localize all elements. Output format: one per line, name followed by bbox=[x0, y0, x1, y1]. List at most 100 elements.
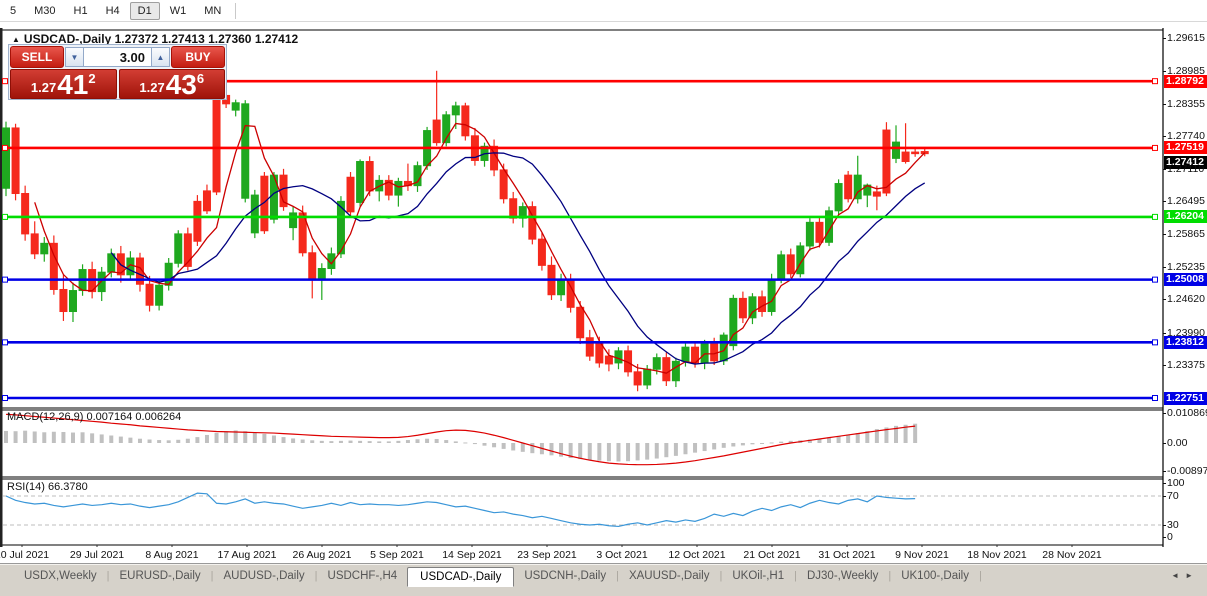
macd-histogram-bar bbox=[320, 441, 324, 443]
candle-body bbox=[318, 269, 325, 281]
macd-histogram-bar bbox=[109, 435, 113, 443]
macd-histogram-bar bbox=[693, 443, 697, 453]
macd-histogram-bar bbox=[722, 443, 726, 448]
rsi-indicator-label: RSI(14) 66.3780 bbox=[7, 481, 88, 493]
buy-price-small: 1.27 bbox=[139, 81, 164, 97]
chart-tab-bar: USDX,Weekly|EURUSD-,Daily|AUDUSD-,Daily|… bbox=[0, 563, 1207, 596]
sell-button[interactable]: SELL bbox=[10, 46, 64, 68]
candle-body bbox=[538, 239, 545, 265]
volume-increase-button[interactable]: ▲ bbox=[151, 47, 170, 67]
candle-body bbox=[452, 106, 459, 115]
level-line-handle bbox=[3, 277, 8, 282]
candle-body bbox=[213, 99, 220, 192]
macd-histogram-bar bbox=[416, 439, 420, 443]
level-line-handle bbox=[3, 214, 8, 219]
candle-body bbox=[816, 222, 823, 242]
macd-histogram-bar bbox=[301, 440, 305, 443]
chart-tab-usdx-weekly[interactable]: USDX,Weekly bbox=[14, 567, 107, 585]
level-line-handle bbox=[3, 396, 8, 401]
sell-price-small: 1.27 bbox=[31, 81, 56, 97]
candle-body bbox=[787, 255, 794, 274]
price-axis[interactable]: 1.296151.289851.283551.277401.271101.264… bbox=[1164, 28, 1207, 547]
rsi-axis-label: 30 bbox=[1167, 519, 1179, 531]
macd-histogram-bar bbox=[186, 439, 190, 443]
candle-body bbox=[31, 234, 38, 254]
sell-price-sup: 2 bbox=[88, 72, 95, 85]
macd-histogram-bar bbox=[329, 441, 333, 443]
level-price-tag: 1.25008 bbox=[1164, 273, 1207, 286]
candle-body bbox=[634, 372, 641, 385]
macd-histogram-bar bbox=[42, 432, 46, 443]
candle-body bbox=[672, 361, 679, 380]
macd-histogram-bar bbox=[846, 435, 850, 443]
rsi-pane bbox=[2, 479, 1163, 545]
rsi-axis-label: 70 bbox=[1167, 490, 1179, 502]
buy-price-big: 43 bbox=[166, 72, 197, 97]
chart-tab-usdcad-daily[interactable]: USDCAD-,Daily bbox=[407, 567, 514, 587]
level-price-tag: 1.23812 bbox=[1164, 336, 1207, 349]
price-tick-label: 1.28355 bbox=[1167, 98, 1205, 110]
candle-body bbox=[605, 356, 612, 364]
macd-histogram-bar bbox=[358, 441, 362, 443]
macd-histogram-bar bbox=[61, 432, 65, 443]
price-tick-label: 1.29615 bbox=[1167, 32, 1205, 44]
macd-histogram-bar bbox=[339, 441, 343, 443]
volume-decrease-button[interactable]: ▼ bbox=[65, 47, 84, 67]
price-tick-label: 1.25235 bbox=[1167, 261, 1205, 273]
candle-body bbox=[366, 162, 373, 191]
candle-body bbox=[883, 130, 890, 193]
macd-histogram-bar bbox=[243, 431, 247, 443]
price-tick-label: 1.25865 bbox=[1167, 228, 1205, 240]
chart-tab-xauusd-daily[interactable]: XAUUSD-,Daily bbox=[619, 567, 720, 585]
date-label: 12 Oct 2021 bbox=[668, 549, 725, 561]
macd-histogram-bar bbox=[71, 433, 75, 443]
sell-price-tile[interactable]: 1.27 41 2 bbox=[10, 69, 117, 99]
macd-axis-label: 0.010869 bbox=[1167, 407, 1207, 419]
macd-histogram-bar bbox=[463, 442, 467, 443]
macd-histogram-bar bbox=[483, 443, 487, 446]
macd-histogram-bar bbox=[645, 443, 649, 460]
candle-body bbox=[41, 243, 48, 253]
level-price-tag: 1.26204 bbox=[1164, 210, 1207, 223]
chart-tab-usdchf-h4[interactable]: USDCHF-,H4 bbox=[318, 567, 408, 585]
candle-body bbox=[682, 347, 689, 361]
macd-histogram-bar bbox=[148, 440, 152, 443]
macd-histogram-bar bbox=[14, 431, 18, 443]
chart-tab-uk100-daily[interactable]: UK100-,Daily bbox=[891, 567, 979, 585]
candle-body bbox=[739, 298, 746, 317]
macd-histogram-bar bbox=[741, 443, 745, 445]
level-line-handle bbox=[1153, 214, 1158, 219]
collapse-icon[interactable]: ▲ bbox=[12, 35, 20, 44]
macd-histogram-bar bbox=[195, 437, 199, 443]
candle-body bbox=[309, 253, 316, 280]
macd-histogram-bar bbox=[444, 440, 448, 443]
macd-histogram-bar bbox=[588, 443, 592, 460]
candle-body bbox=[644, 369, 651, 385]
date-label: 20 Jul 2021 bbox=[0, 549, 49, 561]
date-label: 28 Nov 2021 bbox=[1042, 549, 1102, 561]
level-line-handle bbox=[1153, 145, 1158, 150]
date-axis[interactable]: 20 Jul 202129 Jul 20218 Aug 202117 Aug 2… bbox=[0, 547, 1163, 563]
macd-histogram-bar bbox=[81, 432, 85, 443]
candle-body bbox=[615, 351, 622, 363]
candle-body bbox=[845, 175, 852, 199]
chart-tab-ukoil-h1[interactable]: UKOil-,H1 bbox=[722, 567, 794, 585]
macd-histogram-bar bbox=[176, 440, 180, 443]
volume-input[interactable] bbox=[84, 47, 151, 67]
macd-histogram-bar bbox=[138, 439, 142, 443]
candle-body bbox=[22, 194, 29, 234]
tab-scroll-right-icon[interactable]: ► bbox=[1185, 571, 1193, 580]
macd-histogram-bar bbox=[215, 433, 219, 443]
buy-button[interactable]: BUY bbox=[171, 46, 225, 68]
candle-body bbox=[395, 181, 402, 195]
buy-price-tile[interactable]: 1.27 43 6 bbox=[119, 69, 226, 99]
chart-tab-dj30-weekly[interactable]: DJ30-,Weekly bbox=[797, 567, 888, 585]
date-label: 14 Sep 2021 bbox=[442, 549, 502, 561]
candle-body bbox=[596, 343, 603, 363]
date-label: 17 Aug 2021 bbox=[218, 549, 277, 561]
chart-tab-audusd-daily[interactable]: AUDUSD-,Daily bbox=[214, 567, 315, 585]
macd-histogram-bar bbox=[760, 443, 764, 444]
tab-scroll-left-icon[interactable]: ◄ bbox=[1171, 571, 1179, 580]
chart-tab-usdcnh-daily[interactable]: USDCNH-,Daily bbox=[514, 567, 616, 585]
chart-tab-eurusd-daily[interactable]: EURUSD-,Daily bbox=[110, 567, 211, 585]
